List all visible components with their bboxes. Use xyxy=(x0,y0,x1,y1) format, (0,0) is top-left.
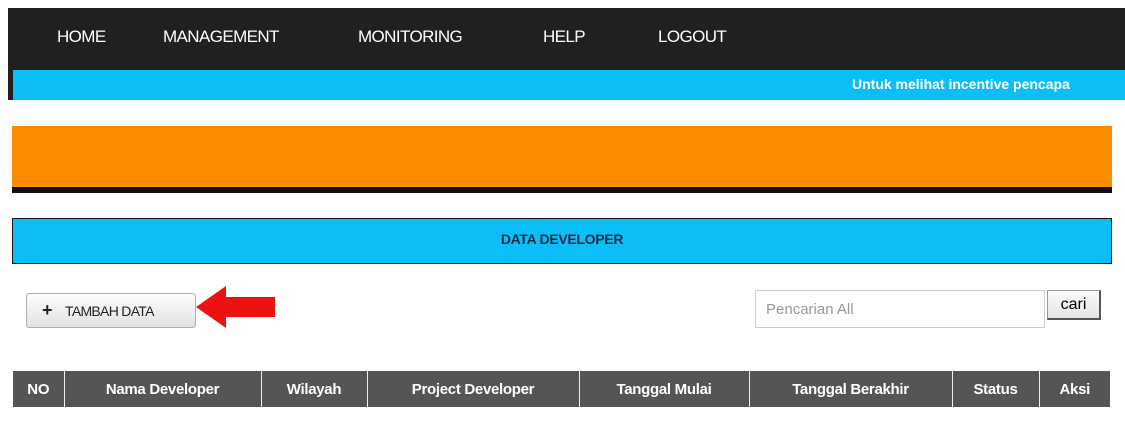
nav-monitoring[interactable]: MONITORING xyxy=(358,27,463,47)
top-nav: HOME MANAGEMENT MONITORING HELP LOGOUT xyxy=(8,8,1125,70)
plus-icon: + xyxy=(42,300,52,320)
orange-banner xyxy=(12,126,1112,187)
column-header-project-developer[interactable]: Project Developer xyxy=(366,371,579,407)
section-header: DATA DEVELOPER xyxy=(12,218,1112,264)
add-data-button[interactable]: + TAMBAH DATA xyxy=(26,293,196,328)
marquee-text: Untuk melihat incentive pencapa xyxy=(852,76,1070,92)
column-header-no[interactable]: NO xyxy=(13,371,64,407)
nav-logout[interactable]: LOGOUT xyxy=(658,27,727,47)
marquee-bar: Untuk melihat incentive pencapa xyxy=(8,70,1125,100)
column-header-tanggal-mulai[interactable]: Tanggal Mulai xyxy=(578,371,749,407)
column-header-aksi[interactable]: Aksi xyxy=(1038,371,1110,407)
developer-table: NO Nama Developer Wilayah Project Develo… xyxy=(13,371,1110,407)
column-header-nama-developer[interactable]: Nama Developer xyxy=(63,371,261,407)
section-title: DATA DEVELOPER xyxy=(500,231,624,247)
search-button[interactable]: cari xyxy=(1047,290,1101,320)
marquee-divider xyxy=(8,70,13,100)
nav-management[interactable]: MANAGEMENT xyxy=(163,27,279,47)
search-input[interactable] xyxy=(755,290,1045,328)
column-header-wilayah[interactable]: Wilayah xyxy=(260,371,367,407)
table-header-row: NO Nama Developer Wilayah Project Develo… xyxy=(13,371,1110,407)
column-header-status[interactable]: Status xyxy=(951,371,1039,407)
add-data-label: TAMBAH DATA xyxy=(65,303,154,319)
banner-divider xyxy=(12,187,1112,193)
nav-help[interactable]: HELP xyxy=(543,27,586,47)
nav-home[interactable]: HOME xyxy=(57,27,106,47)
column-header-tanggal-berakhir[interactable]: Tanggal Berakhir xyxy=(748,371,952,407)
red-arrow-icon xyxy=(196,286,275,328)
